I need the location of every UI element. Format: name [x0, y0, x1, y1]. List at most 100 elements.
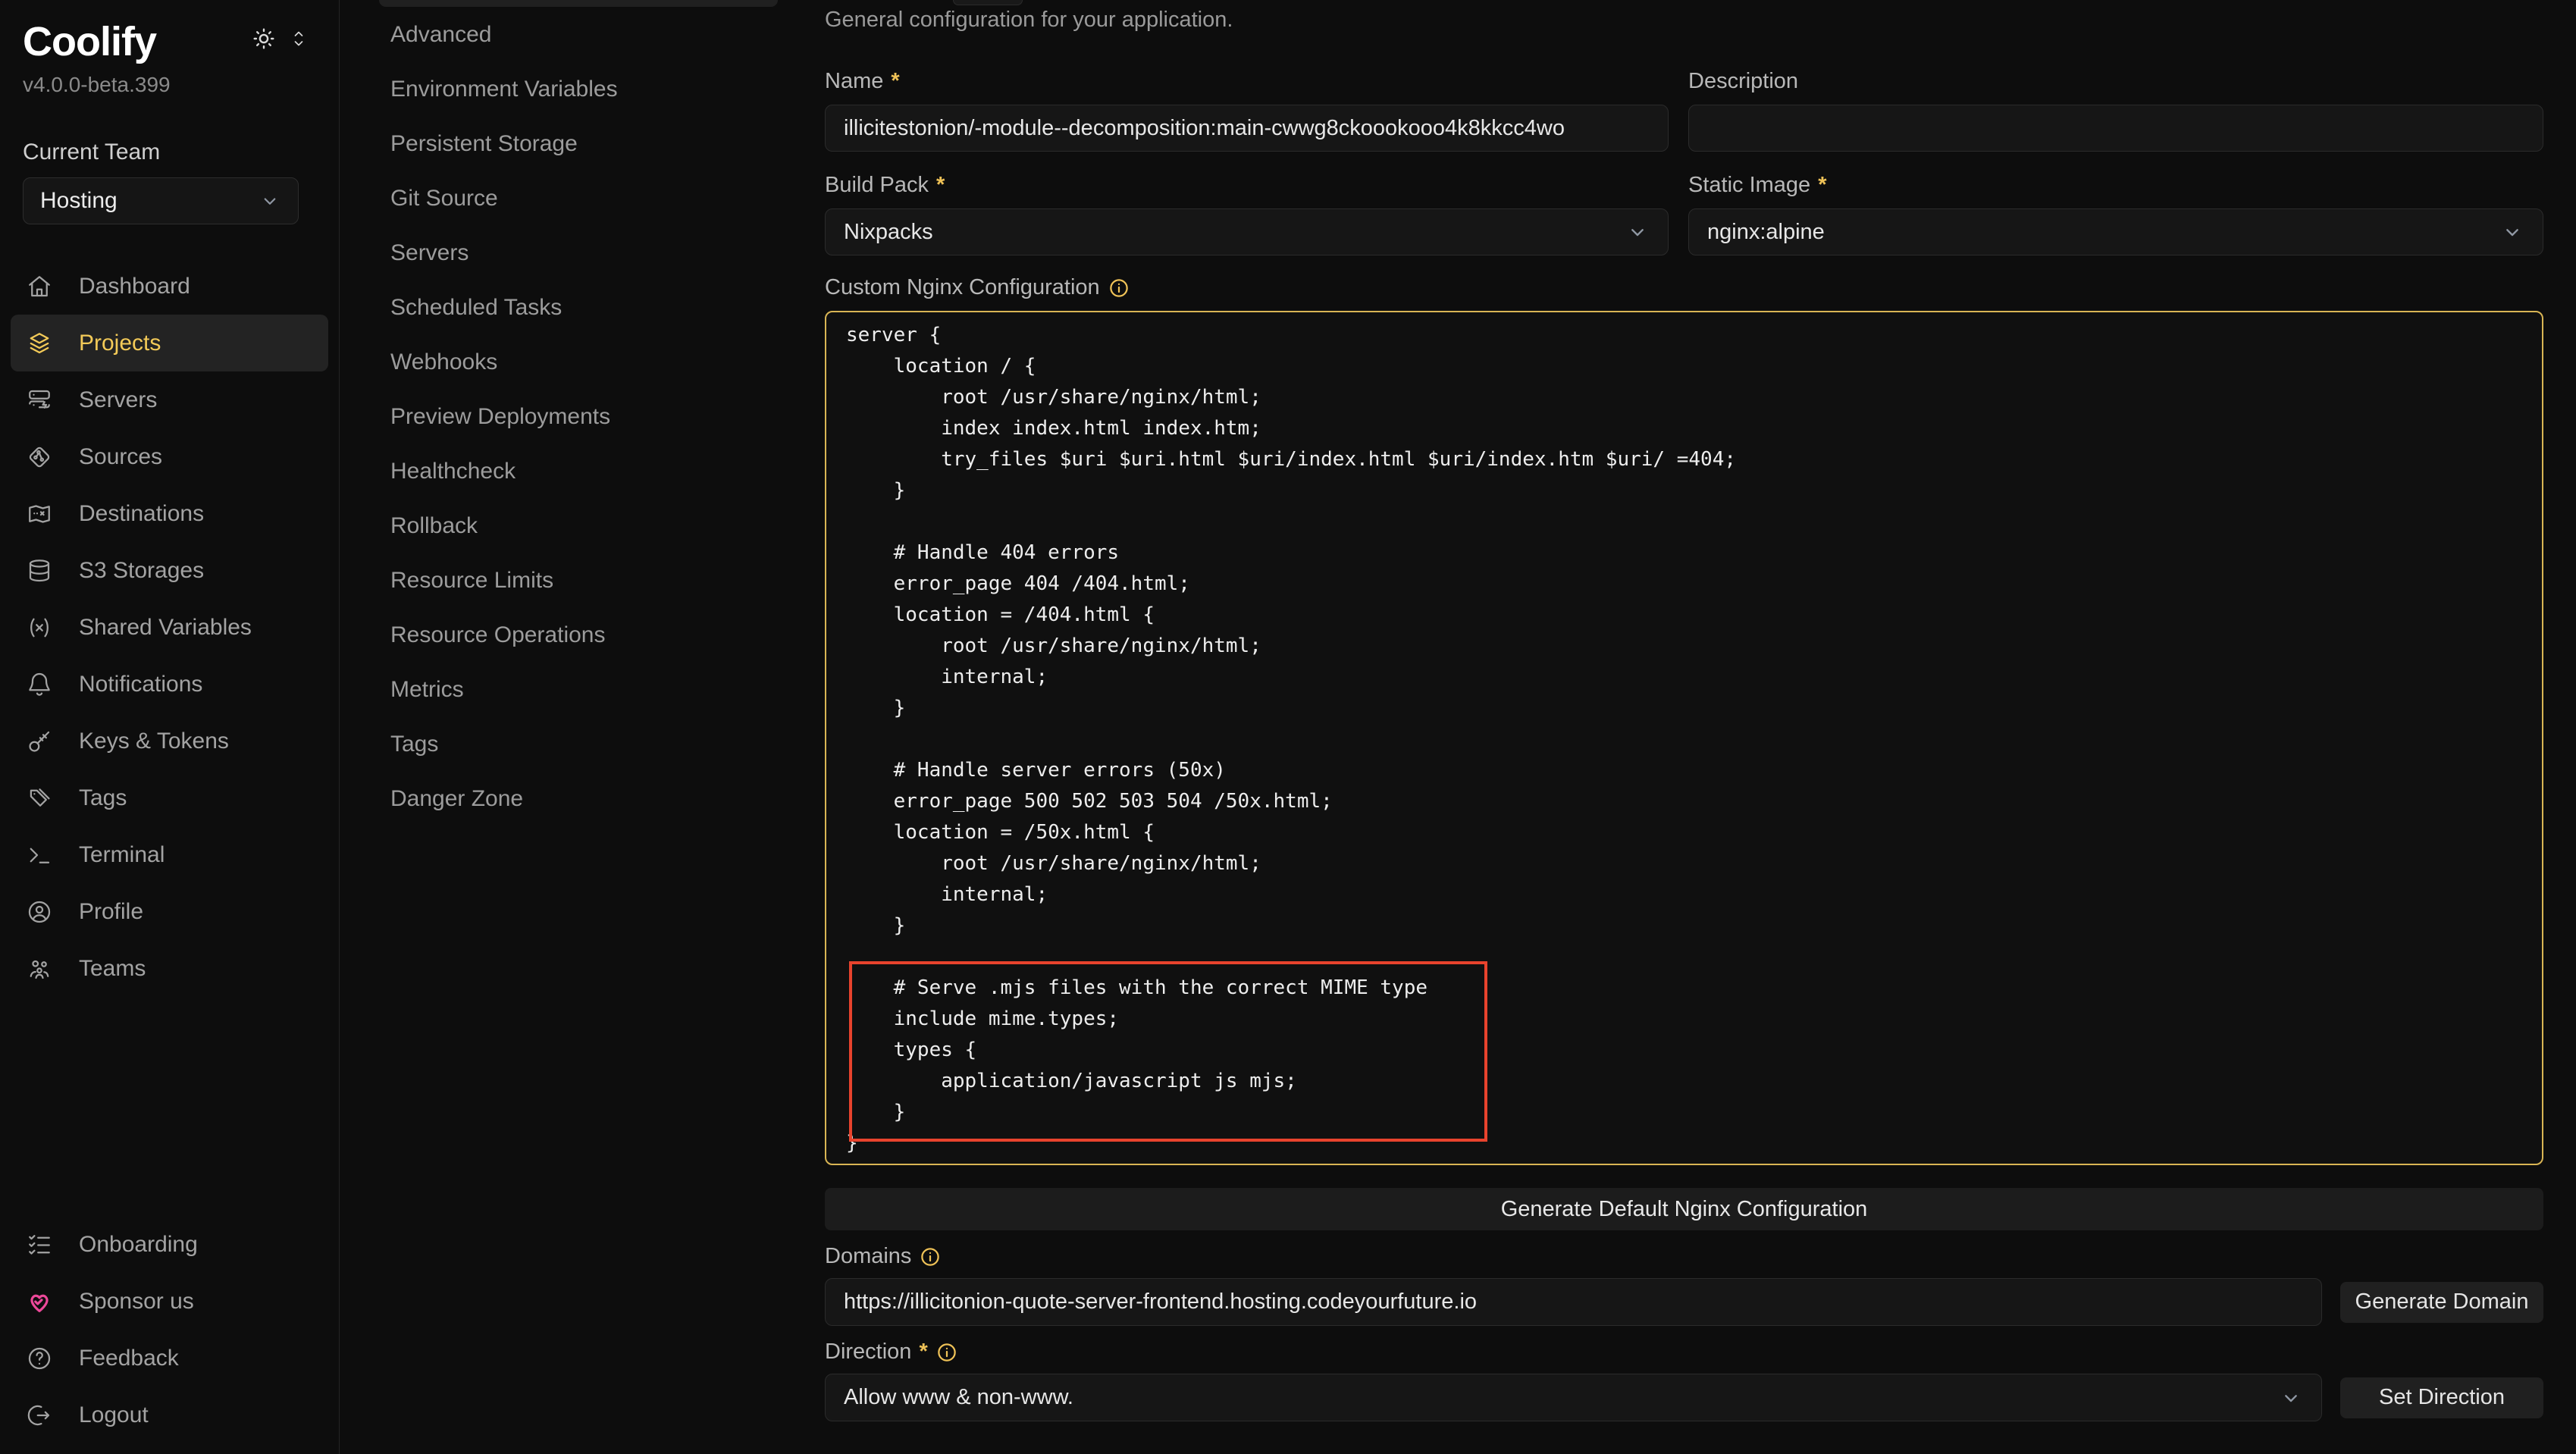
theme-toggle-sun-icon[interactable] — [251, 26, 277, 52]
direction-select[interactable]: Allow www & non-www. — [825, 1374, 2322, 1421]
sidebar-item-s3-storages[interactable]: S3 Storages — [11, 542, 328, 599]
user-icon — [26, 898, 53, 926]
required-marker: * — [891, 69, 899, 94]
logout-icon — [26, 1402, 53, 1429]
build-pack-value: Nixpacks — [844, 220, 933, 245]
info-icon[interactable] — [935, 1341, 958, 1364]
page-description: General configuration for your applicati… — [825, 8, 2543, 33]
settings-item-advanced[interactable]: Advanced — [340, 8, 825, 62]
sidebar-item-dashboard[interactable]: Dashboard — [11, 258, 328, 315]
sidebar-item-onboarding[interactable]: Onboarding — [11, 1216, 328, 1273]
settings-item-resource-limits[interactable]: Resource Limits — [340, 553, 825, 608]
heart-icon — [26, 1288, 53, 1315]
settings-nav: Advanced Environment Variables Persisten… — [340, 0, 825, 826]
terminal-icon — [26, 841, 53, 869]
sidebar-item-profile[interactable]: Profile — [11, 883, 328, 940]
sidebar-item-keys-tokens[interactable]: Keys & Tokens — [11, 713, 328, 769]
main-sidebar: Coolify v4.0.0-beta.399 Current Team Hos… — [0, 0, 340, 1454]
sidebar-item-shared-variables[interactable]: Shared Variables — [11, 599, 328, 656]
sidebar-footer-nav: Onboarding Sponsor us Feedback Logout — [0, 1216, 339, 1448]
team-select-value: Hosting — [40, 188, 118, 214]
settings-item-scheduled-tasks[interactable]: Scheduled Tasks — [340, 280, 825, 335]
nginx-config-editor[interactable]: server { location / { root /usr/share/ng… — [825, 311, 2543, 1165]
info-icon[interactable] — [1108, 277, 1130, 299]
sidebar-nav: Dashboard Projects Servers Sources Desti… — [0, 258, 339, 997]
variable-icon — [26, 614, 53, 641]
nginx-config-code[interactable]: server { location / { root /usr/share/ng… — [826, 312, 2542, 1165]
settings-item-healthcheck[interactable]: Healthcheck — [340, 444, 825, 499]
settings-item-danger-zone[interactable]: Danger Zone — [340, 772, 825, 826]
settings-item-webhooks[interactable]: Webhooks — [340, 335, 825, 390]
map-icon — [26, 500, 53, 528]
name-input[interactable] — [825, 105, 1669, 152]
sort-chevrons-icon[interactable] — [289, 26, 309, 52]
team-select[interactable]: Hosting — [23, 177, 299, 224]
required-marker: * — [936, 173, 945, 198]
required-marker: * — [919, 1340, 927, 1365]
set-direction-button[interactable]: Set Direction — [2340, 1377, 2543, 1418]
name-field-group: Name * — [825, 48, 1669, 152]
chevron-down-icon — [2279, 1386, 2303, 1410]
settings-sidebar: Advanced Environment Variables Persisten… — [340, 0, 825, 1454]
sidebar-item-notifications[interactable]: Notifications — [11, 656, 328, 713]
git-source-icon — [26, 443, 53, 471]
static-image-label: Static Image — [1688, 173, 1810, 198]
required-marker: * — [1818, 173, 1826, 198]
settings-item-rollback[interactable]: Rollback — [340, 499, 825, 553]
build-pack-label: Build Pack — [825, 173, 929, 198]
sidebar-item-logout[interactable]: Logout — [11, 1387, 328, 1443]
generate-domain-button[interactable]: Generate Domain — [2340, 1282, 2543, 1323]
help-circle-icon — [26, 1345, 53, 1372]
database-icon — [26, 557, 53, 584]
sidebar-item-destinations[interactable]: Destinations — [11, 485, 328, 542]
settings-item-tags[interactable]: Tags — [340, 717, 825, 772]
key-icon — [26, 728, 53, 755]
current-team-label: Current Team — [0, 97, 339, 165]
name-label: Name — [825, 69, 883, 94]
description-label: Description — [1688, 69, 1798, 94]
settings-item-preview-deployments[interactable]: Preview Deployments — [340, 390, 825, 444]
sidebar-item-servers[interactable]: Servers — [11, 371, 328, 428]
direction-label: Direction — [825, 1340, 911, 1365]
generate-default-nginx-button[interactable]: Generate Default Nginx Configuration — [825, 1188, 2543, 1230]
static-image-select[interactable]: nginx:alpine — [1688, 208, 2543, 255]
info-icon[interactable] — [919, 1246, 942, 1268]
settings-item-servers[interactable]: Servers — [340, 226, 825, 280]
sidebar-item-projects[interactable]: Projects — [11, 315, 328, 371]
chevron-down-icon — [2500, 220, 2524, 244]
settings-item-general-fragment[interactable] — [379, 0, 778, 7]
direction-value: Allow www & non-www. — [844, 1385, 1073, 1410]
sidebar-item-teams[interactable]: Teams — [11, 940, 328, 997]
nginx-config-label: Custom Nginx Configuration — [825, 275, 1100, 300]
sidebar-item-sponsor[interactable]: Sponsor us — [11, 1273, 328, 1330]
settings-item-environment-variables[interactable]: Environment Variables — [340, 62, 825, 117]
build-pack-field-group: Build Pack * Nixpacks — [825, 152, 1669, 255]
home-icon — [26, 273, 53, 300]
domains-label: Domains — [825, 1244, 911, 1269]
checklist-icon — [26, 1231, 53, 1258]
bell-icon — [26, 671, 53, 698]
server-rack-icon — [26, 387, 53, 414]
chevron-down-icon — [1625, 220, 1650, 244]
app-logo[interactable]: Coolify — [23, 21, 156, 62]
description-field-group: Description — [1688, 48, 2543, 152]
scrolled-button-fragment[interactable] — [953, 0, 1023, 5]
sidebar-item-feedback[interactable]: Feedback — [11, 1330, 328, 1387]
sidebar-item-tags[interactable]: Tags — [11, 769, 328, 826]
static-image-field-group: Static Image * nginx:alpine — [1688, 152, 2543, 255]
sidebar-item-terminal[interactable]: Terminal — [11, 826, 328, 883]
settings-item-persistent-storage[interactable]: Persistent Storage — [340, 117, 825, 171]
app-version: v4.0.0-beta.399 — [0, 62, 339, 97]
users-icon — [26, 955, 53, 982]
layers-icon — [26, 330, 53, 357]
sidebar-item-sources[interactable]: Sources — [11, 428, 328, 485]
static-image-value: nginx:alpine — [1707, 220, 1825, 245]
settings-item-metrics[interactable]: Metrics — [340, 663, 825, 717]
settings-item-git-source[interactable]: Git Source — [340, 171, 825, 226]
chevron-down-icon — [259, 190, 281, 212]
domains-input[interactable] — [825, 1278, 2322, 1326]
build-pack-select[interactable]: Nixpacks — [825, 208, 1669, 255]
tags-icon — [26, 785, 53, 812]
description-input[interactable] — [1688, 105, 2543, 152]
settings-item-resource-operations[interactable]: Resource Operations — [340, 608, 825, 663]
